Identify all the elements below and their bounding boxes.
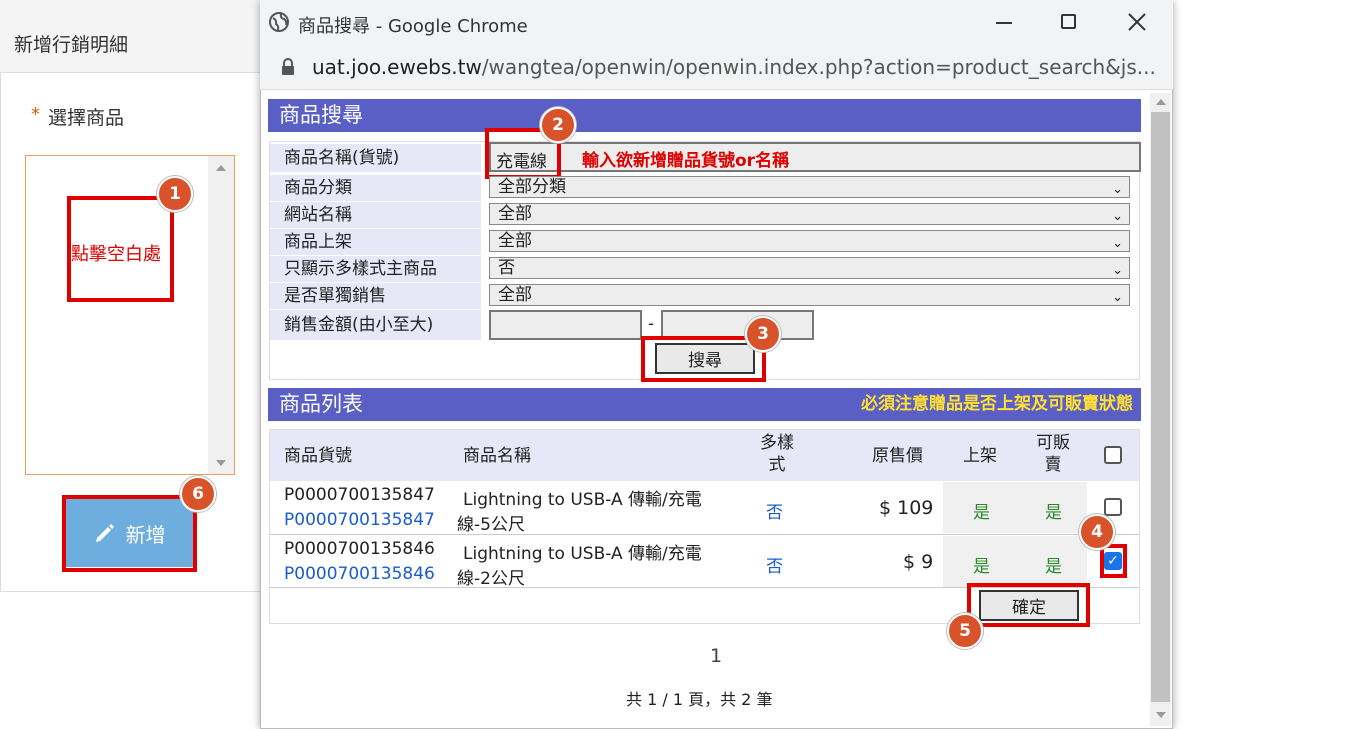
field-label-site: 網站名稱 <box>270 202 481 228</box>
field-label-name: 商品名稱(貨號) <box>270 144 481 172</box>
panel-title: 新增行銷明細 <box>14 34 129 56</box>
multi-style-select-value: 否 <box>498 258 515 278</box>
close-icon[interactable] <box>1128 13 1146 31</box>
category-select-value: 全部分類 <box>498 177 566 197</box>
field-label-multi-style: 只顯示多樣式主商品 <box>270 256 481 282</box>
category-select[interactable]: 全部分類 ⌄ <box>489 176 1130 198</box>
header-sellable: 可販賣 <box>1030 432 1076 476</box>
chevron-down-icon: ⌄ <box>1112 236 1123 251</box>
header-multi-style: 多樣式 <box>755 432 799 476</box>
step-badge-2: 2 <box>540 107 576 143</box>
notice-text: 必須注意贈品是否上架及可販賣狀態 <box>861 394 1133 414</box>
price-min-input[interactable] <box>489 310 642 340</box>
header-sku: 商品貨號 <box>284 446 352 466</box>
price-range-separator: - <box>648 314 655 334</box>
row-price: $ 109 <box>879 497 934 519</box>
row-status-shade <box>943 482 1087 533</box>
header-multi-1: 多樣 <box>760 433 794 453</box>
step-badge-5: 5 <box>947 613 983 649</box>
row-name-line-1: Lightning to USB-A 傳輸/充電 <box>463 544 702 564</box>
page-scroll-up-icon[interactable] <box>1156 99 1166 105</box>
row-name-line-2: 線-2公尺 <box>457 569 525 589</box>
chevron-down-icon: ⌄ <box>1112 290 1123 305</box>
site-select[interactable]: 全部 ⌄ <box>489 203 1130 225</box>
url-host: uat.joo.ewebs.tw <box>312 55 482 79</box>
highlight-box-4 <box>1100 544 1127 578</box>
name-input-hint: 輸入欲新增贈品貨號or名稱 <box>582 151 790 171</box>
chevron-down-icon: ⌄ <box>1112 209 1123 224</box>
header-price: 原售價 <box>872 446 923 466</box>
chevron-down-icon: ⌄ <box>1112 182 1123 197</box>
list-section-header: 商品列表 必須注意贈品是否上架及可販賣狀態 <box>268 388 1141 421</box>
window-title: 商品搜尋 - Google Chrome <box>298 16 528 37</box>
listed-select[interactable]: 全部 ⌄ <box>489 230 1130 252</box>
url-path: /wangtea/openwin/openwin.index.php?actio… <box>481 55 1156 79</box>
globe-icon <box>269 12 289 32</box>
step-badge-6: 6 <box>180 476 216 512</box>
field-label-standalone: 是否單獨銷售 <box>270 283 481 309</box>
row-divider <box>270 534 1139 535</box>
row-checkbox[interactable] <box>1104 498 1122 516</box>
url-text[interactable]: uat.joo.ewebs.tw/wangtea/openwin/openwin… <box>312 55 1156 79</box>
field-label-category: 商品分類 <box>270 175 481 201</box>
scroll-up-icon[interactable] <box>216 165 226 171</box>
field-label-listed: 商品上架 <box>270 229 481 255</box>
standalone-select[interactable]: 全部 ⌄ <box>489 284 1130 306</box>
pagination-summary: 共 1 / 1 頁，共 2 筆 <box>626 690 773 709</box>
required-mark: * <box>31 104 40 125</box>
select-product-label: 選擇商品 <box>48 107 125 129</box>
row-multi-style[interactable]: 否 <box>766 552 783 577</box>
header-sellable-1: 可販 <box>1036 433 1070 453</box>
standalone-select-value: 全部 <box>498 285 532 305</box>
search-section-title: 商品搜尋 <box>279 103 363 127</box>
lock-icon <box>282 58 294 75</box>
listed-select-value: 全部 <box>498 231 532 251</box>
multi-style-select[interactable]: 否 ⌄ <box>489 257 1130 279</box>
row-sku: P0000700135847 <box>284 485 435 505</box>
scroll-down-icon[interactable] <box>216 460 226 466</box>
page-scroll-down-icon[interactable] <box>1156 712 1166 718</box>
page-number[interactable]: 1 <box>710 645 722 667</box>
row-status-shade <box>943 536 1087 587</box>
product-box-scrollbar[interactable] <box>208 156 234 474</box>
row-sellable: 是 <box>1045 503 1062 523</box>
step-badge-1: 1 <box>157 176 193 212</box>
highlight-box-1 <box>67 196 174 302</box>
minimize-icon[interactable] <box>996 22 1012 24</box>
row-listed: 是 <box>973 557 990 577</box>
step-badge-3: 3 <box>745 316 781 352</box>
site-select-value: 全部 <box>498 204 532 224</box>
highlight-box-6 <box>62 495 197 572</box>
row-listed: 是 <box>973 503 990 523</box>
row-sku-link[interactable]: P0000700135847 <box>284 510 435 530</box>
scrollbar-thumb[interactable] <box>1151 112 1170 702</box>
field-label-price-range: 銷售金額(由小至大) <box>270 310 481 340</box>
chevron-down-icon: ⌄ <box>1112 263 1123 278</box>
row-sku-link[interactable]: P0000700135846 <box>284 564 435 584</box>
list-section-title: 商品列表 <box>279 392 363 416</box>
row-name-line-2: 線-5公尺 <box>457 515 525 535</box>
header-listed: 上架 <box>963 446 997 466</box>
row-sellable: 是 <box>1045 557 1062 577</box>
row-name-line-1: Lightning to USB-A 傳輸/充電 <box>463 490 702 510</box>
row-multi-style[interactable]: 否 <box>766 498 783 523</box>
search-section-header: 商品搜尋 <box>268 99 1141 132</box>
highlight-box-5 <box>967 583 1090 627</box>
step-badge-4: 4 <box>1079 514 1115 550</box>
header-name: 商品名稱 <box>463 446 531 466</box>
row-price: $ 9 <box>903 551 934 573</box>
maximize-icon[interactable] <box>1061 14 1076 29</box>
header-multi-2: 式 <box>768 455 786 475</box>
header-sellable-2: 賣 <box>1044 455 1062 475</box>
row-sku: P0000700135846 <box>284 539 435 559</box>
table-header <box>270 430 1139 481</box>
select-all-checkbox[interactable] <box>1104 446 1122 464</box>
